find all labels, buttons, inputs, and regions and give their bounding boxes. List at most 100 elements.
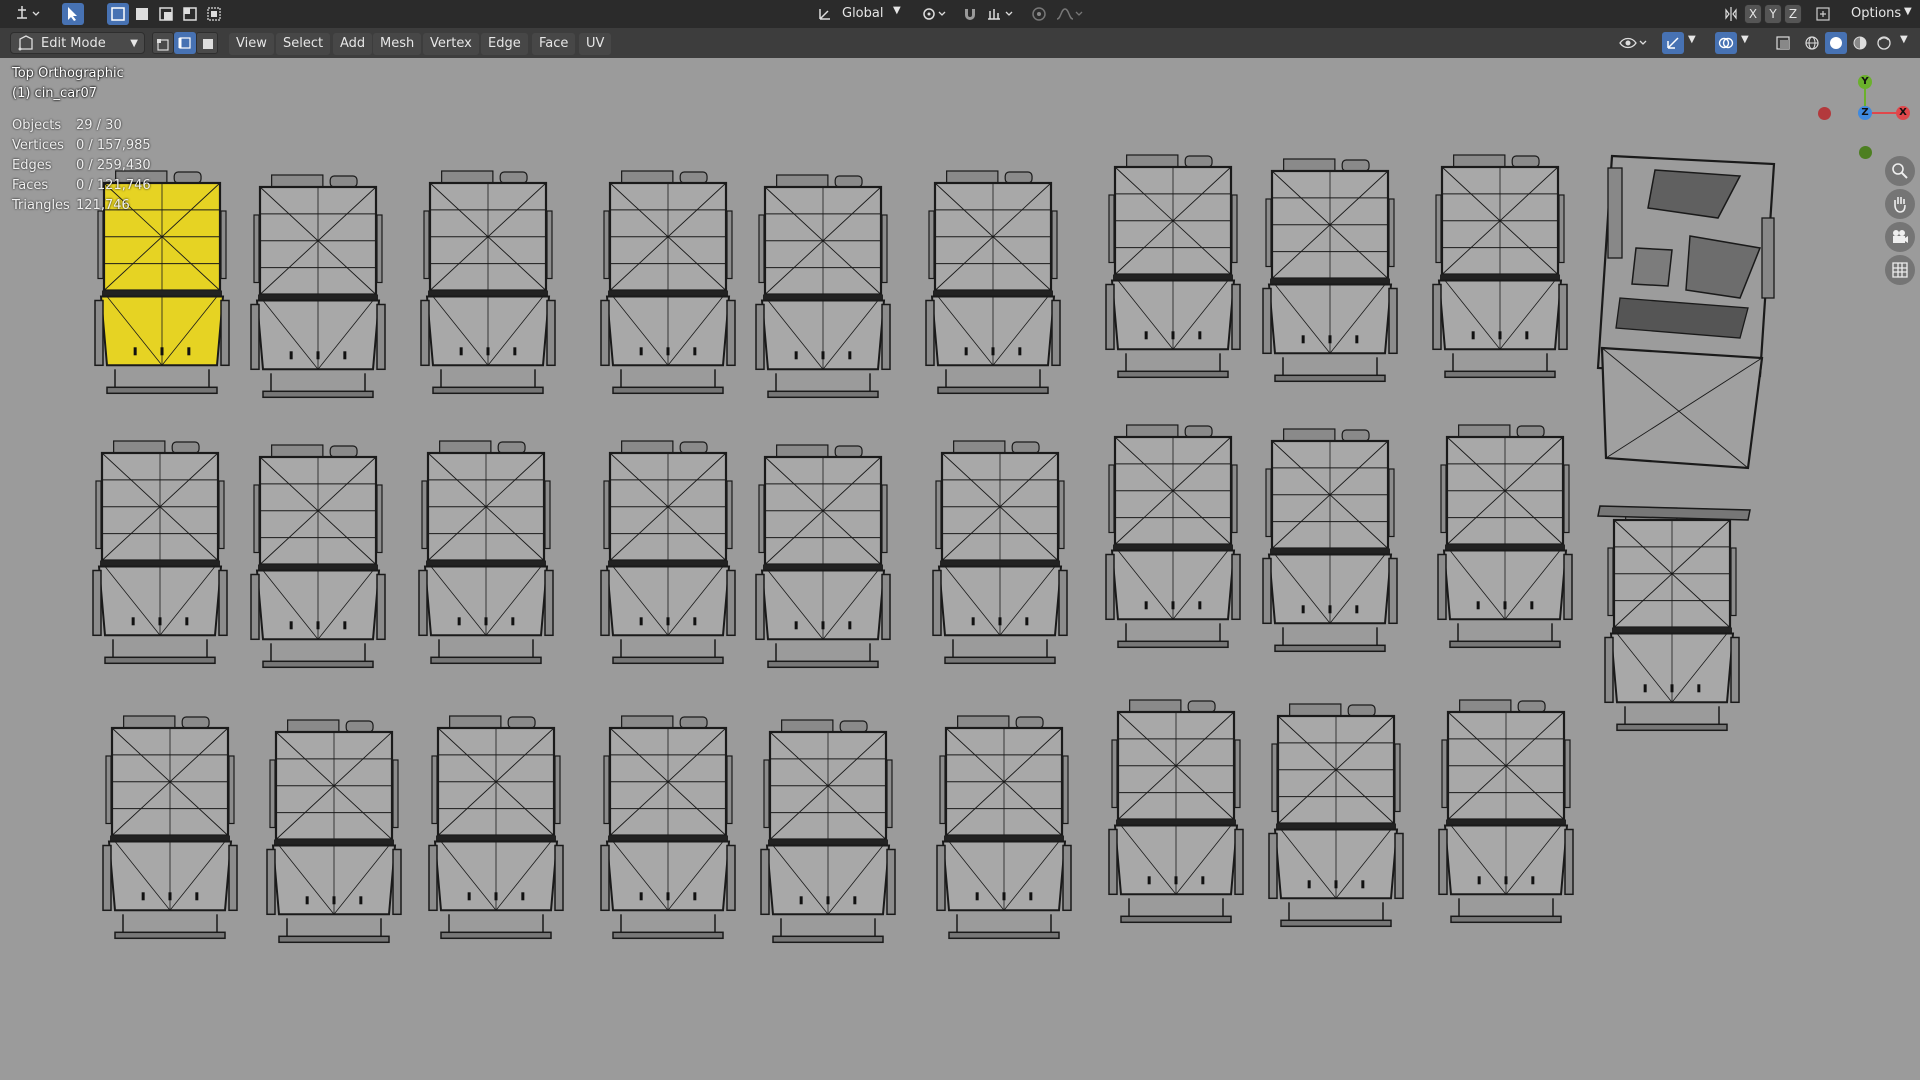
car-mesh-19[interactable] (266, 719, 402, 944)
3d-viewport[interactable]: Top Orthographic (1) cin_car07 Objects 2… (0, 58, 1920, 1080)
editor-type-button[interactable] (12, 3, 46, 25)
navigation-gizmo[interactable]: Y X Z (1815, 63, 1915, 163)
car-mesh-12[interactable] (600, 440, 736, 665)
gizmo-y-axis[interactable]: Y (1858, 75, 1872, 89)
gizmo-z-axis[interactable]: Z (1858, 106, 1872, 120)
proportional-falloff-button[interactable] (1052, 3, 1088, 25)
car-mesh-22[interactable] (760, 719, 896, 944)
transform-orientation-icon (814, 3, 836, 25)
chevron-down-icon[interactable]: ▼ (1688, 34, 1696, 45)
gizmo-neg-y-axis[interactable] (1859, 146, 1872, 159)
car-mesh-11[interactable] (418, 440, 554, 665)
active-object-name: (1) cin_car07 (12, 86, 98, 101)
shading-rendered-icon[interactable] (1873, 32, 1895, 54)
car-mesh-4[interactable] (755, 174, 891, 399)
select-box-mode-intersect[interactable] (203, 3, 225, 25)
edit-mode-icon (18, 35, 33, 51)
chevron-down-icon[interactable]: ▼ (1900, 34, 1908, 45)
menu-face[interactable]: Face (532, 33, 576, 55)
car-mesh-7[interactable] (1262, 158, 1398, 383)
proportional-editing-button[interactable] (1028, 3, 1050, 25)
object-visibility-eye-icon[interactable] (1616, 32, 1652, 54)
viewport-header: Edit Mode ▼ View Select Add Mesh Vertex … (0, 28, 1920, 58)
mirror-y-toggle[interactable]: Y (1764, 4, 1782, 24)
stat-label-faces: Faces (12, 178, 49, 193)
chevron-down-icon: ▼ (130, 38, 138, 49)
select-box-mode-new[interactable] (107, 3, 129, 25)
stat-label-vertices: Vertices (12, 138, 64, 153)
shading-solid-icon[interactable] (1825, 32, 1847, 54)
car-mesh-26[interactable] (1438, 699, 1574, 924)
menu-edge[interactable]: Edge (481, 33, 528, 55)
select-box-mode-invert[interactable] (179, 3, 201, 25)
select-box-mode-extend[interactable] (131, 3, 153, 25)
shading-material-icon[interactable] (1849, 32, 1871, 54)
car-mesh-3[interactable] (600, 170, 736, 395)
camera-icon[interactable] (1885, 222, 1915, 252)
gizmo-neg-x-axis[interactable] (1818, 107, 1831, 120)
gizmo-x-axis[interactable]: X (1896, 106, 1910, 120)
stat-value-objects: 29 / 30 (76, 118, 122, 133)
car-mesh-9[interactable] (92, 440, 228, 665)
menu-add[interactable]: Add (333, 33, 373, 55)
car-mesh-10[interactable] (250, 444, 386, 669)
view-name: Top Orthographic (12, 66, 124, 81)
transform-orientation-select[interactable]: Global (842, 6, 883, 21)
snap-element-button[interactable] (983, 3, 1019, 25)
menu-vertex[interactable]: Vertex (423, 33, 479, 55)
pivot-point-button[interactable] (918, 3, 952, 25)
mirror-z-toggle[interactable]: Z (1784, 4, 1802, 24)
xray-toggle-icon[interactable] (1772, 32, 1794, 54)
snap-toggle-magnet-icon[interactable] (959, 3, 981, 25)
car-mesh-6[interactable] (1105, 154, 1241, 379)
stat-label-edges: Edges (12, 158, 52, 173)
car-mesh-27[interactable] (1604, 507, 1740, 732)
shading-wireframe-icon[interactable] (1801, 32, 1823, 54)
car-mesh-17[interactable] (1437, 424, 1573, 649)
car-mesh-1[interactable] (250, 174, 386, 399)
stat-value-vertices: 0 / 157,985 (76, 138, 151, 153)
menu-uv[interactable]: UV (579, 33, 612, 55)
car-mesh-2[interactable] (420, 170, 556, 395)
vertex-select-mode-button[interactable] (152, 32, 174, 54)
mirror-x-toggle[interactable]: X (1744, 4, 1762, 24)
chevron-down-icon: ▼ (1904, 6, 1912, 17)
gizmo-toggle-icon[interactable] (1662, 32, 1684, 54)
overlays-toggle-icon[interactable] (1715, 32, 1737, 54)
car-mesh-16[interactable] (1262, 428, 1398, 653)
stat-value-faces: 0 / 121,746 (76, 178, 151, 193)
mirror-axis-icon (1720, 3, 1742, 25)
car-mesh-exploded[interactable] (1596, 154, 1776, 521)
stat-label-objects: Objects (12, 118, 62, 133)
car-mesh-8[interactable] (1432, 154, 1568, 379)
car-mesh-20[interactable] (428, 715, 564, 940)
car-mesh-15[interactable] (1105, 424, 1241, 649)
face-select-mode-button[interactable] (196, 32, 218, 54)
select-box-mode-subtract[interactable] (155, 3, 177, 25)
car-mesh-5[interactable] (925, 170, 1061, 395)
options-dropdown[interactable]: Options (1851, 6, 1901, 21)
car-mesh-25[interactable] (1268, 703, 1404, 928)
grid-icon[interactable] (1885, 255, 1915, 285)
menu-mesh[interactable]: Mesh (373, 33, 422, 55)
zoom-icon[interactable] (1885, 156, 1915, 186)
mode-selector[interactable]: Edit Mode ▼ (10, 32, 145, 54)
car-mesh-13[interactable] (755, 444, 891, 669)
mode-label: Edit Mode (41, 36, 106, 51)
menu-view[interactable]: View (229, 33, 274, 55)
cursor-icon (68, 7, 77, 21)
mesh-scene[interactable] (0, 58, 1920, 1080)
auto-merge-icon[interactable] (1812, 3, 1834, 25)
chevron-down-icon[interactable]: ▼ (1741, 34, 1749, 45)
pan-hand-icon[interactable] (1885, 189, 1915, 219)
car-mesh-23[interactable] (936, 715, 1072, 940)
car-mesh-24[interactable] (1108, 699, 1244, 924)
stat-label-triangles: Triangles (12, 198, 70, 213)
edge-select-mode-button[interactable] (174, 32, 196, 54)
chevron-down-icon: ▼ (893, 5, 901, 16)
car-mesh-14[interactable] (932, 440, 1068, 665)
car-mesh-18[interactable] (102, 715, 238, 940)
menu-select[interactable]: Select (276, 33, 331, 55)
select-tool-button[interactable] (62, 3, 84, 25)
car-mesh-21[interactable] (600, 715, 736, 940)
